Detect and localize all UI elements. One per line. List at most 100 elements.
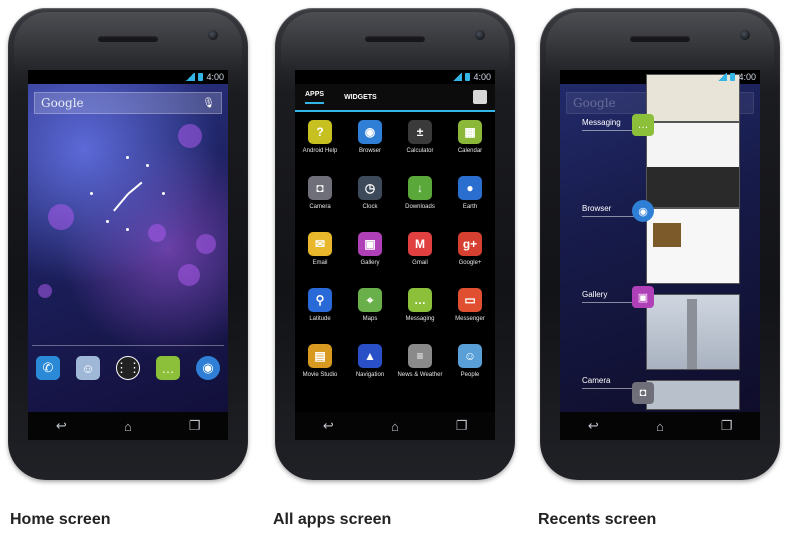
status-time: 4:00 [738,72,756,82]
contacts-icon[interactable]: ☺ [76,356,100,380]
front-camera [475,30,485,40]
recent-item-label: Browser [582,204,612,213]
wallpaper: Google 🎙 ✆ ☺ ⋮⋮ … ◉ [28,84,228,412]
home-button-icon[interactable]: ⌂ [645,419,675,434]
signal-icon [452,73,463,81]
back-button-icon[interactable]: ↩ [46,418,76,434]
app-item[interactable]: ▭ Messenger [445,288,495,330]
status-bar: 4:00 [560,70,760,84]
app-item[interactable]: ● Earth [445,176,495,218]
battery-icon [730,73,736,81]
messaging-icon[interactable]: … [156,356,180,380]
globe-icon: ◉ [632,200,654,222]
app-item[interactable]: ◷ Clock [345,176,395,218]
messaging-icon: … [632,114,654,136]
app-item[interactable]: ◘ Camera [295,176,345,218]
app-item[interactable]: ▲ Navigation [345,344,395,386]
wallpaper-bubble [38,284,52,298]
analog-clock-widget[interactable] [88,154,168,234]
app-label: Gmail [412,260,428,266]
app-label: Camera [309,204,331,210]
navigation-bar: ↩ ⌂ ❐ [295,412,495,440]
app-item[interactable]: ◉ Browser [345,120,395,162]
recents-background: Google Messaging … Browser ◉ Gallery ▣ C… [560,74,760,412]
tab-widgets[interactable]: WIDGETS [344,94,377,101]
caption-recents-screen: Recents screen [538,511,657,528]
home-button-icon[interactable]: ⌂ [380,419,410,434]
globe-icon[interactable]: ◉ [196,356,220,380]
calendar-icon: ▦ [458,120,482,144]
search-bar-label: Google [41,96,84,110]
app-item[interactable]: ☺ People [445,344,495,386]
earpiece-speaker [365,36,425,42]
app-label: Android Help [302,148,338,154]
recents-button-icon[interactable]: ❐ [447,418,477,434]
navigation-bar: ↩ ⌂ ❐ [28,412,228,440]
recent-thumbnail-gallery[interactable] [646,294,740,370]
status-bar: 4:00 [28,70,228,84]
app-label: People [460,372,480,378]
app-item[interactable]: ⚲ Latitude [295,288,345,330]
app-label: Google+ [458,260,482,266]
tab-apps[interactable]: APPS [305,91,325,104]
help-icon: ? [308,120,332,144]
app-label: Navigation [355,372,385,378]
app-label: Earth [462,204,478,210]
clock-minute-hand [113,193,129,212]
wallpaper-bubble [178,124,202,148]
play-store-icon[interactable] [473,90,487,104]
earpiece-speaker [630,36,690,42]
app-item[interactable]: ▦ Calendar [445,120,495,162]
clock-hour-hand [127,181,143,195]
clock-marker [146,164,149,167]
earpiece-speaker [98,36,158,42]
app-item[interactable]: ↓ Downloads [395,176,445,218]
signal-icon [185,73,196,81]
app-item[interactable]: ± Calculator [395,120,445,162]
app-label: Messenger [455,316,485,322]
navigation-icon: ▲ [358,344,382,368]
app-item[interactable]: ▣ Gallery [345,232,395,274]
earth-icon: ● [458,176,482,200]
news-weather-icon: ≡ [408,344,432,368]
phone-icon[interactable]: ✆ [36,356,60,380]
dock-divider [32,345,224,346]
recent-thumbnail-messaging[interactable] [646,122,740,208]
app-item[interactable]: ≡ News & Weather [395,344,445,386]
navigation-bar: ↩ ⌂ ❐ [560,412,760,440]
caption-all-apps-screen: All apps screen [273,511,392,528]
app-label: Email [312,260,328,266]
clock-marker [126,156,129,159]
app-dock: ✆ ☺ ⋮⋮ … ◉ [28,356,228,380]
app-item[interactable]: … Messaging [395,288,445,330]
battery-icon [198,73,204,81]
app-item[interactable]: g+ Google+ [445,232,495,274]
app-item[interactable]: M Gmail [395,232,445,274]
app-item[interactable]: ? Android Help [295,120,345,162]
apps-tab-bar: APPS WIDGETS [295,84,495,112]
phone-all-apps: 4:00 APPS WIDGETS ? Android Help ◉ Browser ±… [275,8,515,480]
recent-thumbnail-browser[interactable] [646,208,740,284]
app-item[interactable]: ⌖ Maps [345,288,395,330]
back-button-icon[interactable]: ↩ [578,418,608,434]
app-item[interactable]: ✉ Email [295,232,345,274]
email-icon: ✉ [308,232,332,256]
clock-marker [162,192,165,195]
app-drawer-icon[interactable]: ⋮⋮ [115,356,141,380]
app-label: Downloads [405,204,435,210]
microphone-icon[interactable]: 🎙 [202,98,215,109]
recents-button-icon[interactable]: ❐ [180,418,210,434]
messenger-icon: ▭ [458,288,482,312]
app-label: Calculator [406,148,434,154]
app-item[interactable]: ▤ Movie Studio [295,344,345,386]
back-button-icon[interactable]: ↩ [313,418,343,434]
recent-item-label: Messaging [582,118,621,127]
home-button-icon[interactable]: ⌂ [113,419,143,434]
app-label: Browser [358,148,381,154]
clock-marker [90,192,93,195]
app-label: Maps [362,316,378,322]
recent-thumbnail-camera[interactable] [646,380,740,410]
recents-button-icon[interactable]: ❐ [712,418,742,434]
google-search-bar[interactable]: Google 🎙 [34,92,222,114]
recent-item-label: Camera [582,376,611,385]
